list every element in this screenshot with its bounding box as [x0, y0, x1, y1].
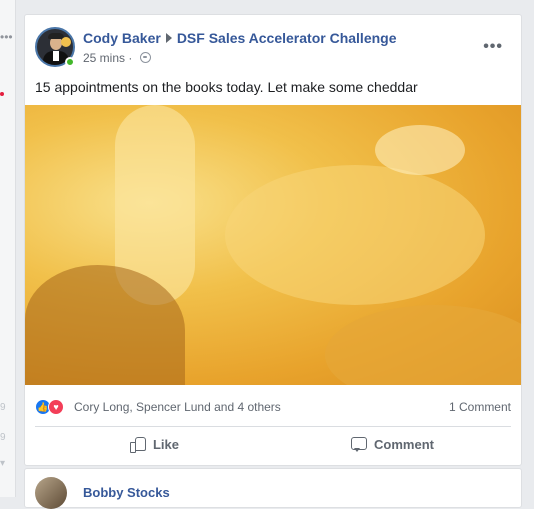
left-rail-glyph-a: 9	[0, 402, 6, 413]
reaction-names-link[interactable]: Cory Long, Spencer Lund and 4 others	[74, 400, 281, 414]
post-header: Cody Baker DSF Sales Accelerator Challeng…	[35, 27, 513, 71]
gif-lower-pool	[325, 305, 521, 385]
love-reaction-icon[interactable]: ♥	[48, 399, 64, 415]
left-rail-more-icon[interactable]: •••	[0, 30, 13, 44]
reactions-divider	[35, 426, 511, 427]
like-button[interactable]: Like	[35, 429, 273, 461]
post-card: Cody Baker DSF Sales Accelerator Challeng…	[24, 14, 522, 466]
left-rail-glyph-c: ▾	[0, 458, 6, 469]
more-options-icon[interactable]: •••	[483, 39, 503, 55]
left-rail-glyph-b: 9	[0, 432, 6, 443]
avatar-badge	[61, 37, 71, 47]
meta-separator: ·	[128, 51, 133, 65]
author-name-link[interactable]: Cody Baker	[83, 30, 161, 46]
gif-shine	[375, 125, 465, 175]
comment-bubble-icon	[350, 429, 368, 461]
post-meta: 25 mins ·	[83, 51, 151, 65]
globe-icon[interactable]	[139, 52, 151, 63]
arrow-right-icon	[165, 33, 172, 43]
thumbs-up-icon	[129, 429, 147, 461]
post-timestamp-link[interactable]: 25 mins	[83, 51, 125, 65]
notification-dot	[0, 92, 4, 96]
avatar-shirt	[53, 51, 59, 61]
author-line: Cody Baker DSF Sales Accelerator Challeng…	[83, 30, 397, 46]
gif-cheese-pool	[225, 165, 485, 305]
next-post-card: Bobby Stocks	[24, 468, 522, 509]
comment-count-link[interactable]: 1 Comment	[449, 400, 511, 414]
post-actions: Like Comment	[35, 429, 511, 461]
like-button-label: Like	[152, 437, 179, 452]
post-text: 15 appointments on the books today. Let …	[35, 79, 418, 95]
reactions-bar: 👍 ♥ Cory Long, Spencer Lund and 4 others…	[35, 399, 511, 417]
comment-button-label: Comment	[374, 437, 434, 452]
online-status-icon	[65, 57, 75, 67]
comment-button[interactable]: Comment	[273, 429, 511, 461]
left-rail: ••• 9 9 ▾	[0, 0, 16, 497]
next-post-avatar[interactable]	[35, 477, 67, 509]
next-post-author-link[interactable]: Bobby Stocks	[83, 485, 170, 500]
post-gif-image[interactable]	[25, 105, 521, 385]
group-name-link[interactable]: DSF Sales Accelerator Challenge	[177, 30, 397, 46]
